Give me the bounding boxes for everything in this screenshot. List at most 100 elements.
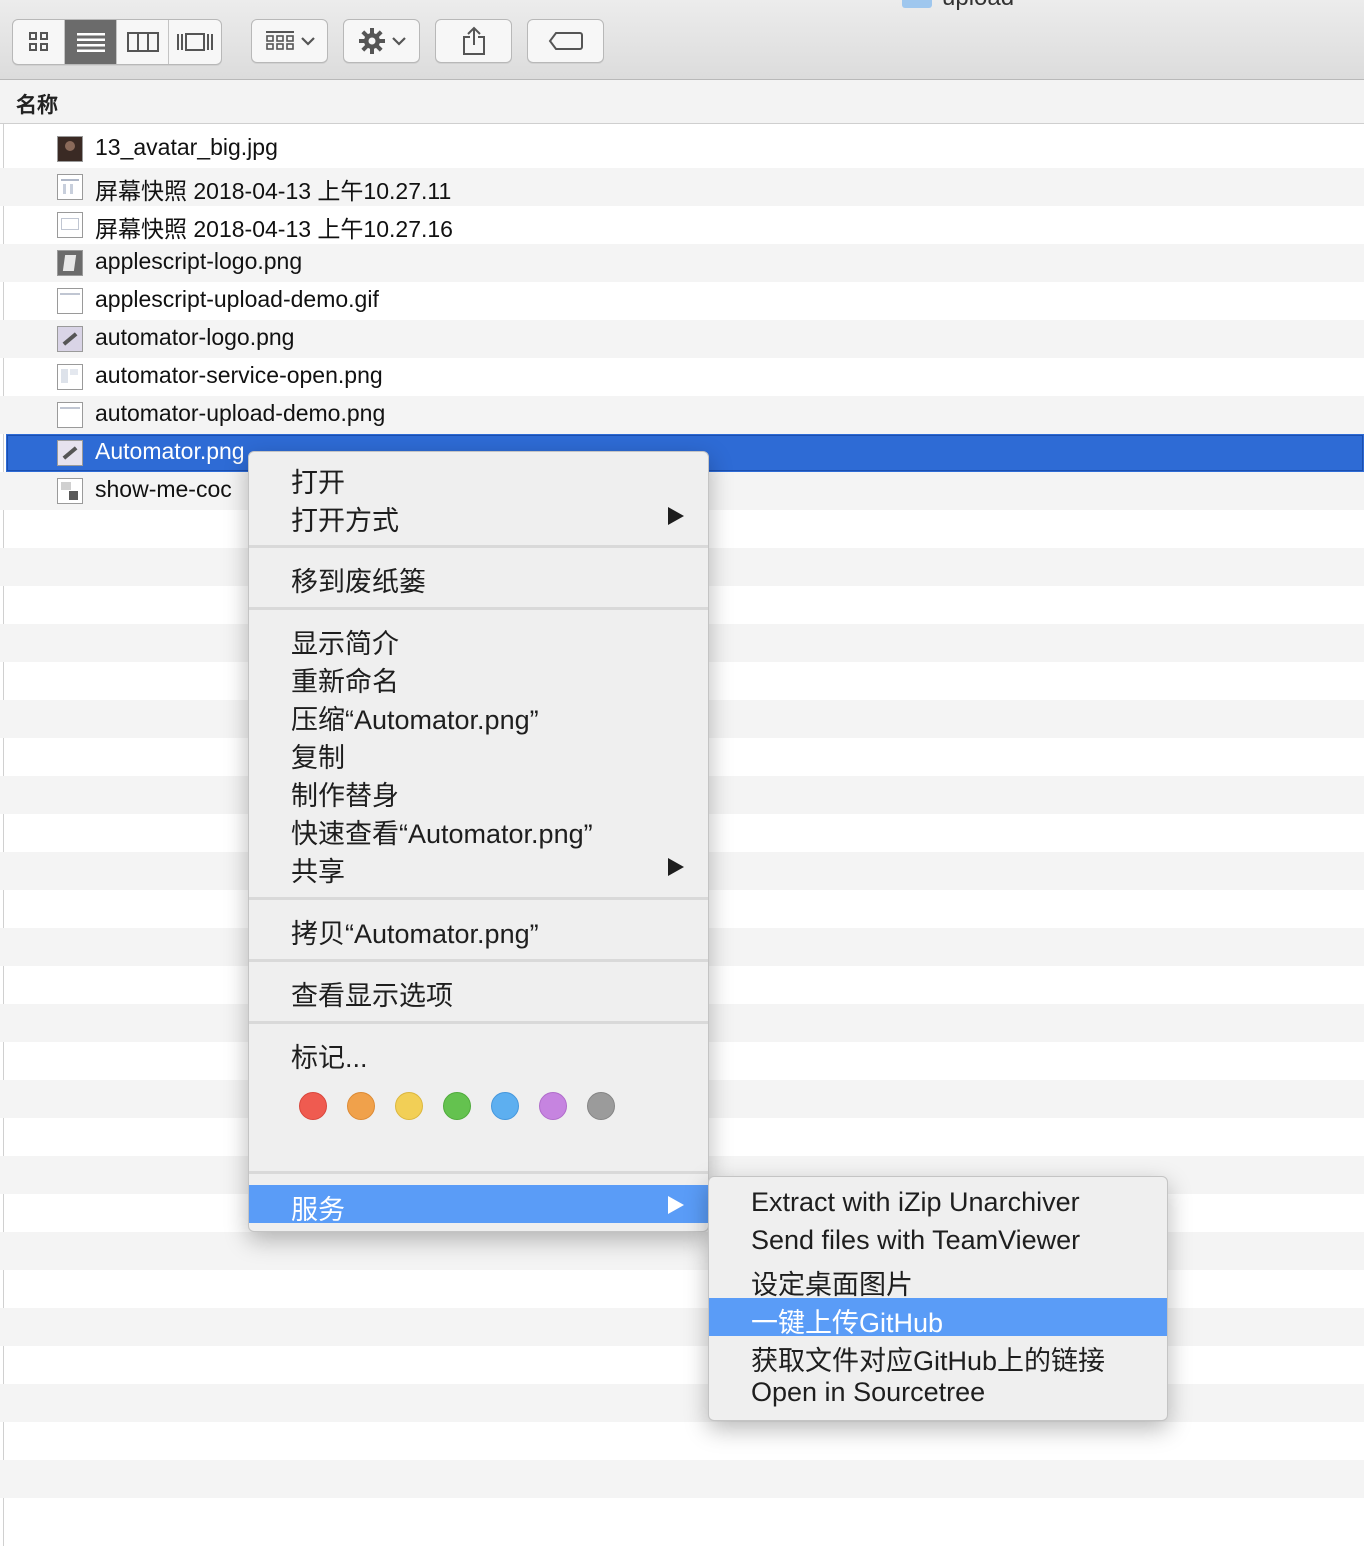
- menu-separator: [249, 1171, 708, 1174]
- menu-item-label: 移到废纸篓: [291, 567, 426, 597]
- file-name: 13_avatar_big.jpg: [95, 134, 278, 160]
- chevron-down-icon: [300, 37, 315, 46]
- service-item-label: 设定桌面图片: [751, 1270, 913, 1300]
- menu-item-services[interactable]: 服务: [249, 1185, 708, 1225]
- file-row[interactable]: automator-service-open.png: [0, 358, 1364, 396]
- automator-logo-thumbnail-icon: [57, 440, 83, 466]
- menu-item-label: 标记...: [291, 1043, 368, 1073]
- menu-item-compress[interactable]: 压缩“Automator.png”: [249, 695, 708, 735]
- file-name: 屏幕快照 2018-04-13 上午10.27.16: [95, 216, 453, 242]
- photo-thumbnail-icon: [57, 136, 83, 162]
- cover-flow-view-button[interactable]: [169, 20, 221, 64]
- edit-tags-button[interactable]: [527, 19, 604, 63]
- empty-row: [0, 1460, 1364, 1498]
- menu-item-label: 压缩“Automator.png”: [291, 705, 539, 735]
- service-item-upload-github[interactable]: 一键上传GitHub: [709, 1298, 1167, 1338]
- submenu-arrow-icon: [668, 507, 684, 525]
- share-button[interactable]: [435, 19, 512, 63]
- empty-row: [0, 1422, 1364, 1460]
- file-name: 屏幕快照 2018-04-13 上午10.27.11: [95, 178, 452, 204]
- screenshot-thumbnail-icon: [57, 288, 83, 314]
- tag-gray-swatch[interactable]: [587, 1092, 615, 1120]
- folder-icon: [902, 0, 932, 8]
- file-name: show-me-coc: [95, 476, 232, 502]
- tag-orange-swatch[interactable]: [347, 1092, 375, 1120]
- service-item-izip-extract[interactable]: Extract with iZip Unarchiver: [709, 1184, 1167, 1222]
- column-view-icon: [126, 32, 159, 52]
- menu-item-label: 查看显示选项: [291, 981, 453, 1011]
- file-name: applescript-logo.png: [95, 248, 303, 274]
- services-submenu: Extract with iZip Unarchiver Send files …: [708, 1176, 1168, 1421]
- menu-item-rename[interactable]: 重新命名: [249, 657, 708, 697]
- finder-toolbar: upload: [0, 0, 1364, 80]
- menu-separator: [249, 545, 708, 548]
- folder-title: upload: [902, 0, 1014, 12]
- file-row[interactable]: automator-logo.png: [0, 320, 1364, 358]
- action-button[interactable]: [343, 19, 420, 63]
- menu-item-move-to-trash[interactable]: 移到废纸篓: [249, 557, 708, 597]
- file-row[interactable]: applescript-upload-demo.gif: [0, 282, 1364, 320]
- submenu-arrow-icon: [668, 858, 684, 876]
- list-view-button[interactable]: [65, 20, 117, 64]
- menu-item-label: 拷贝“Automator.png”: [291, 919, 539, 949]
- group-by-button[interactable]: [251, 19, 328, 63]
- service-item-set-desktop-picture[interactable]: 设定桌面图片: [709, 1260, 1167, 1300]
- menu-separator: [249, 607, 708, 610]
- menu-item-share[interactable]: 共享: [249, 847, 708, 887]
- service-item-label: Extract with iZip Unarchiver: [751, 1187, 1080, 1217]
- menu-item-show-view-options[interactable]: 查看显示选项: [249, 971, 708, 1011]
- menu-item-label: 复制: [291, 743, 345, 773]
- menu-item-label: 快速查看“Automator.png”: [291, 819, 593, 849]
- tag-red-swatch[interactable]: [299, 1092, 327, 1120]
- menu-separator: [249, 897, 708, 900]
- screenshot-thumbnail-icon: [57, 212, 83, 238]
- file-row[interactable]: applescript-logo.png: [0, 244, 1364, 282]
- tag-color-picker: [299, 1092, 615, 1120]
- view-mode-segmented-control: [12, 19, 222, 65]
- list-view-icon: [76, 33, 105, 52]
- menu-item-label: 打开: [291, 468, 345, 498]
- menu-item-duplicate[interactable]: 复制: [249, 733, 708, 773]
- menu-item-open-with[interactable]: 打开方式: [249, 496, 708, 536]
- tag-yellow-swatch[interactable]: [395, 1092, 423, 1120]
- name-column-header[interactable]: 名称: [0, 80, 1364, 124]
- tag-green-swatch[interactable]: [443, 1092, 471, 1120]
- screenshot-thumbnail-icon: [57, 364, 83, 390]
- service-item-label: Send files with TeamViewer: [751, 1225, 1081, 1255]
- menu-item-open[interactable]: 打开: [249, 458, 708, 498]
- menu-item-label: 显示简介: [291, 629, 399, 659]
- service-item-open-sourcetree[interactable]: Open in Sourcetree: [709, 1374, 1167, 1412]
- tag-blue-swatch[interactable]: [491, 1092, 519, 1120]
- submenu-arrow-icon: [668, 1196, 684, 1214]
- automator-logo-thumbnail-icon: [57, 326, 83, 352]
- file-row[interactable]: 屏幕快照 2018-04-13 上午10.27.16: [0, 206, 1364, 244]
- file-name: automator-service-open.png: [95, 362, 383, 388]
- folder-title-label: upload: [942, 0, 1014, 12]
- applescript-logo-thumbnail-icon: [57, 250, 83, 276]
- file-name: Automator.png: [95, 438, 245, 464]
- file-row[interactable]: 13_avatar_big.jpg: [0, 130, 1364, 168]
- chevron-down-icon: [391, 37, 406, 46]
- cover-flow-icon: [177, 33, 213, 51]
- menu-separator: [249, 959, 708, 962]
- tag-purple-swatch[interactable]: [539, 1092, 567, 1120]
- menu-item-copy[interactable]: 拷贝“Automator.png”: [249, 909, 708, 949]
- file-row[interactable]: 屏幕快照 2018-04-13 上午10.27.11: [0, 168, 1364, 206]
- icon-view-icon: [28, 32, 48, 51]
- menu-item-label: 制作替身: [291, 781, 399, 811]
- column-view-button[interactable]: [117, 20, 169, 64]
- menu-item-label: 打开方式: [291, 506, 399, 536]
- icon-view-button[interactable]: [13, 20, 65, 64]
- service-item-teamviewer-send[interactable]: Send files with TeamViewer: [709, 1222, 1167, 1260]
- service-item-get-github-link[interactable]: 获取文件对应GitHub上的链接: [709, 1336, 1167, 1376]
- menu-separator: [249, 1021, 708, 1024]
- file-row[interactable]: automator-upload-demo.png: [0, 396, 1364, 434]
- menu-item-quick-look[interactable]: 快速查看“Automator.png”: [249, 809, 708, 849]
- menu-item-get-info[interactable]: 显示简介: [249, 619, 708, 659]
- menu-item-tags[interactable]: 标记...: [249, 1033, 708, 1073]
- gear-icon: [358, 28, 385, 54]
- group-grid-icon: [265, 31, 294, 50]
- menu-item-make-alias[interactable]: 制作替身: [249, 771, 708, 811]
- service-item-label: 一键上传GitHub: [751, 1308, 944, 1338]
- screenshot-thumbnail-icon: [57, 478, 83, 504]
